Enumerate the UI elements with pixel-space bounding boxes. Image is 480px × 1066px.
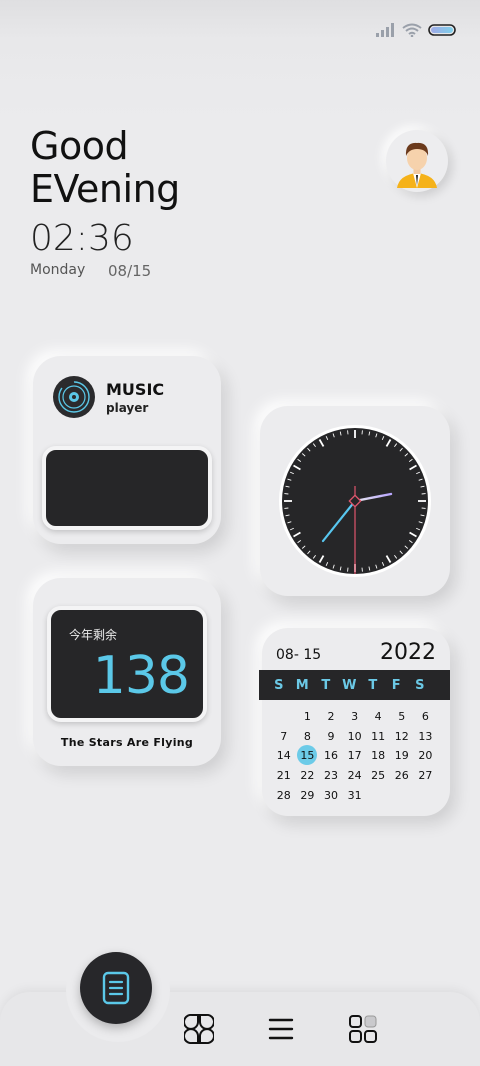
greeting: Good EVening: [30, 125, 180, 211]
notes-icon: [102, 971, 130, 1005]
calendar-day[interactable]: 6: [414, 710, 438, 723]
calendar-day[interactable]: 16: [319, 749, 343, 762]
grid-apps-icon: [349, 1015, 377, 1043]
calendar-day[interactable]: 12: [390, 730, 414, 743]
audio-waveform[interactable]: [42, 446, 212, 530]
calendar-week-row: 21 22 23 24 25 26 27: [272, 766, 448, 786]
weekday-label: W: [342, 677, 357, 693]
calendar-date: 08- 15: [276, 647, 322, 663]
waveform-icon: [53, 459, 201, 517]
calendar-day[interactable]: 24: [343, 769, 367, 782]
wifi-icon: [402, 23, 422, 37]
avatar[interactable]: [386, 130, 448, 192]
calendar-day[interactable]: 18: [366, 749, 390, 762]
countdown-widget[interactable]: 今年剩余 138 The Stars Are Flying: [33, 578, 221, 766]
greeting-line-1: Good: [30, 124, 129, 168]
calendar-day[interactable]: 19: [390, 749, 414, 762]
user-avatar-icon: [397, 142, 437, 188]
calendar-day[interactable]: 14: [272, 749, 296, 762]
calendar-day[interactable]: 13: [414, 730, 438, 743]
clock-widget[interactable]: [260, 406, 450, 596]
music-title: MUSIC: [106, 380, 165, 399]
calendar-week-row: 123456: [272, 707, 448, 727]
battery-icon: [428, 24, 456, 36]
calendar-day[interactable]: 5: [390, 710, 414, 723]
calendar-day[interactable]: 2: [319, 710, 343, 723]
weekday-label: T: [321, 677, 331, 693]
status-icons: [376, 23, 456, 37]
calendar-widget[interactable]: 08- 15 2022 S M T W T F S 1 2 3 4 5 6 7 8 9 10 11 1…: [259, 628, 450, 816]
weekday-label: M: [295, 677, 309, 693]
countdown-value: 138: [92, 646, 190, 706]
countdown-label: 今年剩余: [69, 628, 118, 642]
calendar-day[interactable]: 3: [343, 710, 367, 723]
calendar-day[interactable]: 20: [414, 749, 438, 762]
calendar-grid: 1 2 3 4 5 6 7 8 9 10 11 12 13 14 15 16 17 18 19 20 21 22 23 24 2…: [272, 707, 448, 805]
calendar-weekday-header: S M T W T F S: [259, 670, 450, 700]
countdown-screen: 今年剩余 138: [47, 606, 207, 722]
calendar-day[interactable]: 10: [343, 730, 367, 743]
clover-apps-icon: [184, 1014, 214, 1044]
calendar-week-row: 14 15 16 17 18 19 20: [272, 745, 448, 766]
calendar-day[interactable]: 30: [319, 789, 343, 802]
calendar-day[interactable]: 7: [272, 730, 296, 743]
calendar-day[interactable]: 25: [366, 769, 390, 782]
calendar-week-row: 7 8 9 10 11 12 13: [272, 727, 448, 747]
signal-icon: [376, 23, 394, 37]
weekday-label: F: [391, 677, 401, 693]
calendar-day[interactable]: 31: [343, 789, 367, 802]
analog-clock-icon: [279, 425, 431, 577]
current-day: Monday: [30, 262, 86, 278]
countdown-caption: The Stars Are Flying: [60, 736, 194, 749]
calendar-day[interactable]: 1: [296, 710, 320, 723]
grid-apps-button[interactable]: [348, 1014, 378, 1044]
music-subtitle: player: [106, 401, 149, 415]
calendar-day[interactable]: 27: [414, 769, 438, 782]
apps-clover-button[interactable]: [184, 1014, 214, 1044]
menu-button[interactable]: [266, 1014, 296, 1044]
menu-icon: [268, 1018, 294, 1040]
calendar-day[interactable]: 22: [296, 769, 320, 782]
weekday-label: T: [368, 677, 378, 693]
calendar-day[interactable]: 21: [272, 769, 296, 782]
weekday-label: S: [274, 677, 284, 693]
calendar-day[interactable]: 23: [319, 769, 343, 782]
calendar-day[interactable]: 11: [366, 730, 390, 743]
weekday-label: S: [415, 677, 425, 693]
calendar-year: 2022: [380, 640, 436, 665]
calendar-week-row: 28 29 30 31: [272, 785, 448, 805]
calendar-day[interactable]: 4: [366, 710, 390, 723]
calendar-day[interactable]: 9: [319, 730, 343, 743]
calendar-day[interactable]: 29: [296, 789, 320, 802]
vinyl-disc-icon: [53, 376, 95, 418]
notes-button[interactable]: [80, 952, 152, 1024]
status-bar: [0, 0, 480, 46]
greeting-line-2: EVening: [30, 167, 180, 211]
calendar-day[interactable]: 26: [390, 769, 414, 782]
calendar-day-today[interactable]: 15: [296, 745, 320, 766]
calendar-day[interactable]: 28: [272, 789, 296, 802]
music-widget[interactable]: MUSIC player: [33, 356, 221, 544]
calendar-day[interactable]: 8: [296, 730, 320, 743]
calendar-day[interactable]: 17: [343, 749, 367, 762]
current-time: 02:36: [30, 218, 134, 259]
current-date: 08/15: [108, 262, 152, 280]
